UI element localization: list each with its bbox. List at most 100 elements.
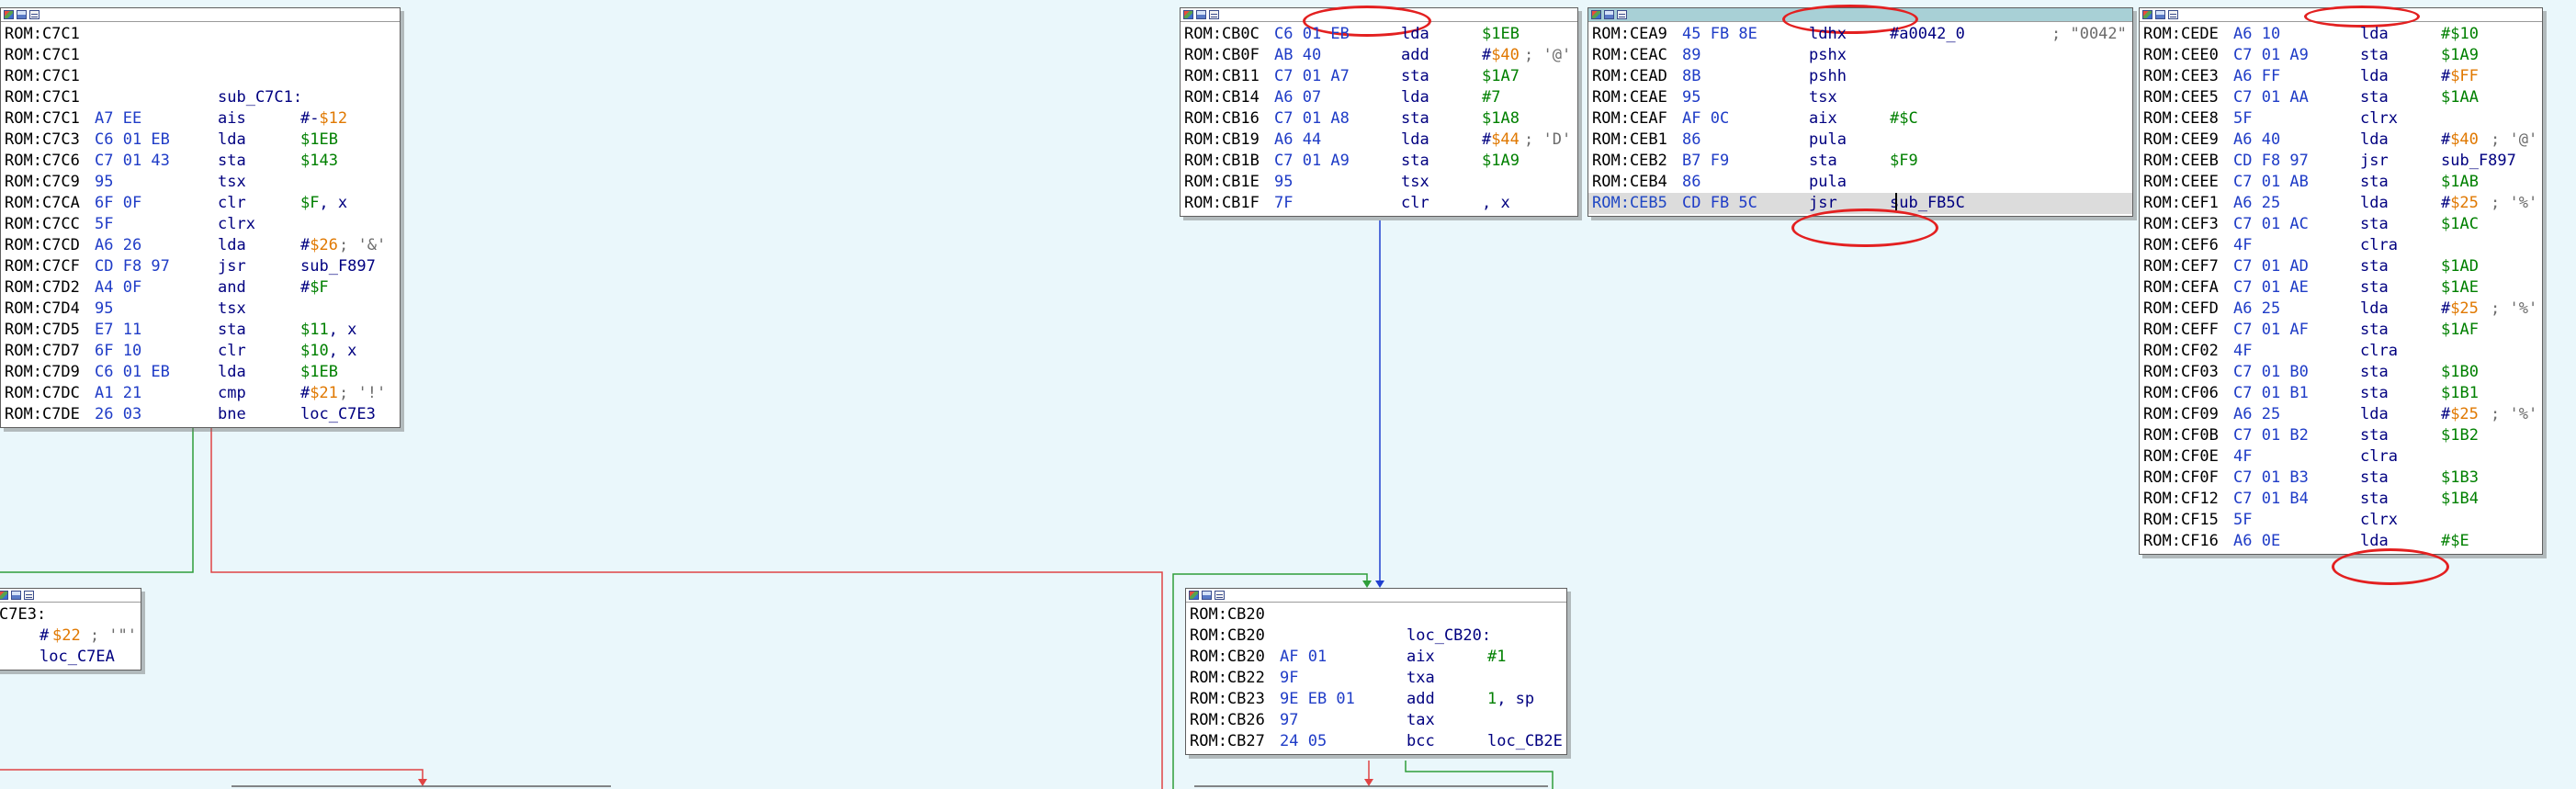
disasm-line[interactable]: ROM:CEEB CD F8 97 jsr sub_F897 [2143,151,2542,172]
disasm-line[interactable]: ROM:CB19 A6 44 lda # $44; 'D' [1184,130,1577,151]
block-titlebar[interactable] [1,8,400,22]
disasm-line[interactable]: ROM:CEF7 C7 01 AD sta $1AD [2143,256,2542,277]
disasm-line[interactable]: ROM:CB0F AB 40 add # $40; '@' [1184,45,1577,66]
disasm-line[interactable]: ROM:CF0B C7 01 B2 sta $1B2 [2143,425,2542,446]
code-block-cede[interactable]: ROM:CEDE A6 10 lda #$10 ROM:CEE0 C7 01 A9 sta $… [2139,7,2543,555]
disasm-line[interactable]: ROM:CEAF AF 0C aix #$C [1592,108,2132,130]
disasm-line[interactable]: ROM:CEE0 C7 01 A9 sta $1A9 [2143,45,2542,66]
disasm-line[interactable]: ROM:CEF6 4F clra [2143,235,2542,256]
code-block-cea9[interactable]: ROM:CEA9 45 FB 8E ldhx #a0042_0 ; "0042" ROM:… [1587,7,2133,217]
graph-overview-icon[interactable] [2155,10,2165,19]
disasm-line[interactable]: ROM:CEFA C7 01 AE sta $1AE [2143,277,2542,299]
disasm-line[interactable]: ROM:CF16 A6 0E lda #$E [2143,531,2542,552]
graph-color-icon[interactable] [4,10,14,19]
graph-overview-icon[interactable] [1604,10,1614,19]
disasm-line[interactable]: ROM:CB11 C7 01 A7 sta $1A7 [1184,66,1577,87]
disasm-line[interactable]: ROM:CEB1 86 pula [1592,130,2132,151]
graph-color-icon[interactable] [2142,10,2152,19]
disasm-line[interactable]: ROM:CF0F C7 01 B3 sta $1B3 [2143,468,2542,489]
mnemonic: sta [2360,490,2389,508]
disasm-line[interactable]: ROM:CB20 [1190,604,1566,626]
graph-color-icon[interactable] [1591,10,1601,19]
disasm-line[interactable]: C7E3: [0,604,141,626]
disasm-line[interactable]: ROM:CB1B C7 01 A9 sta $1A9 [1184,151,1577,172]
disasm-line[interactable]: ROM:C7DE 26 03 bne loc_C7E3 [5,404,400,425]
code-block-cb0c[interactable]: ROM:CB0C C6 01 EB lda $1EB ROM:CB0F AB 40 add #… [1180,7,1578,217]
disasm-line[interactable]: ROM:CF15 5F clrx [2143,510,2542,531]
code-block-loc-cb20[interactable]: ROM:CB20 ROM:CB20 loc_CB20: ROM:CB20 AF 01 ai… [1185,588,1567,755]
disasm-line[interactable]: ROM:CEB4 86 pula [1592,172,2132,193]
disasm-line[interactable]: ROM:CEE8 5F clrx [2143,108,2542,130]
disasm-line[interactable]: ROM:C7C1 sub_C7C1: [5,87,400,108]
disasm-line[interactable]: ROM:C7D5 E7 11 sta $11, x [5,320,400,341]
disasm-line[interactable]: ROM:C7C3 C6 01 EB lda $1EB [5,130,400,151]
disasm-line[interactable]: ROM:C7D9 C6 01 EB lda $1EB [5,362,400,383]
disasm-line[interactable]: # $22 ; '"' [0,626,141,647]
graph-color-icon[interactable] [1183,10,1193,19]
disasm-line[interactable]: ROM:CEF3 C7 01 AC sta $1AC [2143,214,2542,235]
operand: $F [300,194,320,212]
graph-overview-icon[interactable] [1196,10,1206,19]
disasm-line[interactable]: ROM:C7CC 5F clrx [5,214,400,235]
disasm-line[interactable]: ROM:C7CD A6 26 lda # $26; '&' [5,235,400,256]
disasm-line[interactable]: ROM:C7CA 6F 0F clr $F, x [5,193,400,214]
block-titlebar[interactable] [1186,589,1566,603]
disasm-line[interactable]: ROM:C7C1 [5,45,400,66]
text-view-icon[interactable] [1215,591,1225,600]
disasm-line[interactable]: ROM:CEE5 C7 01 AA sta $1AA [2143,87,2542,108]
disasm-line[interactable]: ROM:CEFF C7 01 AF sta $1AF [2143,320,2542,341]
disasm-line[interactable]: ROM:C7C1 A7 EE ais #- $12 [5,108,400,130]
disasm-line[interactable]: ROM:CEE9 A6 40 lda # $40 ; '@' [2143,130,2542,151]
disasm-line[interactable]: ROM:CF09 A6 25 lda # $25 ; '%' [2143,404,2542,425]
disasm-line[interactable]: ROM:C7C9 95 tsx [5,172,400,193]
disasm-line[interactable]: ROM:C7C6 C7 01 43 sta $143 [5,151,400,172]
opcode-bytes: C7 01 AF [2233,321,2309,339]
disasm-line[interactable]: ROM:CF02 4F clra [2143,341,2542,362]
disasm-line[interactable]: ROM:CB23 9E EB 01 add 1, sp [1190,689,1566,710]
graph-overview-icon[interactable] [17,10,27,19]
disasm-line[interactable]: ROM:CEAD 8B pshh [1592,66,2132,87]
disasm-line[interactable]: ROM:CEE3 A6 FF lda # $FF [2143,66,2542,87]
disasm-line[interactable]: ROM:CF12 C7 01 B4 sta $1B4 [2143,489,2542,510]
disasm-line[interactable]: ROM:CEDE A6 10 lda #$10 [2143,24,2542,45]
disasm-line[interactable]: ROM:CEEE C7 01 AB sta $1AB [2143,172,2542,193]
disasm-line[interactable]: ROM:CEF1 A6 25 lda # $25 ; '%' [2143,193,2542,214]
disasm-line[interactable]: ROM:C7CF CD F8 97 jsr sub_F897 [5,256,400,277]
text-view-icon[interactable] [1617,10,1627,19]
disasm-line[interactable]: ROM:CF06 C7 01 B1 sta $1B1 [2143,383,2542,404]
block-titlebar[interactable] [0,589,141,603]
disasm-line[interactable]: ROM:CEAE 95 tsx [1592,87,2132,108]
disasm-line[interactable]: ROM:CB1E 95 tsx [1184,172,1577,193]
disasm-line[interactable]: ROM:CB20 AF 01 aix #1 [1190,647,1566,668]
disasm-line[interactable]: ROM:CB1F 7F clr , x [1184,193,1577,214]
opcode-bytes: AB 40 [1274,46,1322,64]
graph-overview-icon[interactable] [11,591,21,600]
disasm-line[interactable]: ROM:CB27 24 05 bcc loc_CB2E [1190,731,1566,752]
disasm-line[interactable]: ROM:CEFD A6 25 lda # $25 ; '%' [2143,299,2542,320]
disasm-line[interactable]: ROM:CB16 C7 01 A8 sta $1A8 [1184,108,1577,130]
disasm-line[interactable]: loc_C7EA [0,647,141,668]
text-view-icon[interactable] [24,591,34,600]
disasm-line[interactable]: ROM:C7D4 95 tsx [5,299,400,320]
code-block-loc-c7e3[interactable]: C7E3: # $22 ; '"' loc_C7EA [0,588,141,671]
disasm-line[interactable]: ROM:C7DC A1 21 cmp # $21; '!' [5,383,400,404]
disasm-line[interactable]: ROM:C7C1 [5,66,400,87]
disasm-line[interactable]: ROM:CB14 A6 07 lda #7 [1184,87,1577,108]
disasm-line[interactable]: ROM:CEAC 89 pshx [1592,45,2132,66]
text-view-icon[interactable] [2168,10,2178,19]
disasm-line[interactable]: ROM:CF0E 4F clra [2143,446,2542,468]
disasm-line[interactable]: ROM:C7C1 [5,24,400,45]
text-view-icon[interactable] [29,10,40,19]
disasm-line[interactable]: ROM:CB20 loc_CB20: [1190,626,1566,647]
disasm-line[interactable]: ROM:CB22 9F txa [1190,668,1566,689]
graph-color-icon[interactable] [1189,591,1199,600]
code-block-sub-c7c1[interactable]: ROM:C7C1 ROM:C7C1 ROM:C7C1 ROM:C7C1 sub_C7C1… [0,7,401,428]
disasm-line[interactable]: ROM:CB26 97 tax [1190,710,1566,731]
disasm-line[interactable]: ROM:CEB2 B7 F9 sta $F9 [1592,151,2132,172]
disasm-line[interactable]: ROM:C7D7 6F 10 clr $10, x [5,341,400,362]
text-view-icon[interactable] [1209,10,1219,19]
graph-overview-icon[interactable] [1202,591,1212,600]
graph-color-icon[interactable] [0,591,8,600]
disasm-line[interactable]: ROM:C7D2 A4 0F and # $F [5,277,400,299]
disasm-line[interactable]: ROM:CF03 C7 01 B0 sta $1B0 [2143,362,2542,383]
